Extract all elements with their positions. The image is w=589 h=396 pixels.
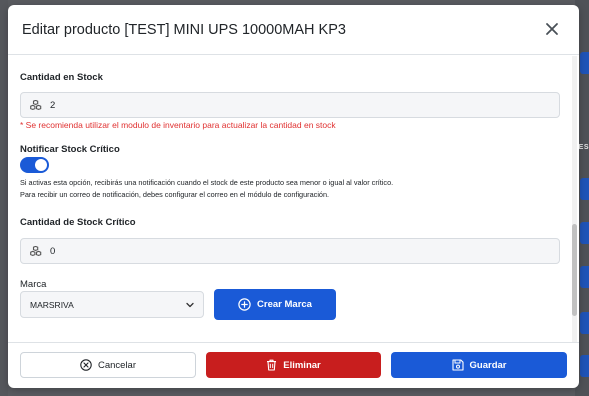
background-button[interactable] — [580, 178, 589, 200]
background-button[interactable] — [580, 266, 589, 288]
x-circle-icon — [80, 359, 92, 371]
cubes-icon — [30, 245, 42, 256]
notify-toggle[interactable] — [20, 157, 49, 173]
background-button[interactable] — [580, 355, 589, 377]
stock-warning: * Se recomienda utilizar el modulo de in… — [20, 120, 336, 130]
notify-help-line-1: Si activas esta opción, recibirás una no… — [20, 178, 394, 187]
close-button[interactable] — [545, 22, 559, 36]
background-left-edge — [0, 0, 8, 396]
modal-body[interactable]: Cantidad en Stock 2 * Se recomienda util… — [8, 56, 579, 342]
notify-help-line-2: Para recibir un correo de notificación, … — [20, 190, 330, 199]
close-icon — [546, 23, 558, 35]
critical-stock-label: Cantidad de Stock Crítico — [20, 217, 136, 228]
notify-label: Notificar Stock Crítico — [20, 144, 120, 155]
plus-circle-icon — [238, 298, 251, 311]
edit-product-modal: Editar producto [TEST] MINI UPS 10000MAH… — [8, 5, 579, 388]
delete-button[interactable]: Eliminar — [206, 352, 381, 378]
modal-header: Editar producto [TEST] MINI UPS 10000MAH… — [8, 5, 579, 55]
critical-stock-value: 0 — [50, 245, 56, 257]
critical-stock-input[interactable]: 0 — [20, 238, 560, 264]
brand-select[interactable]: MARSRIVA — [20, 291, 204, 318]
modal-title: Editar producto [TEST] MINI UPS 10000MAH… — [22, 21, 346, 38]
background-button[interactable] — [580, 52, 589, 74]
cancel-label: Cancelar — [97, 359, 137, 371]
save-label: Guardar — [469, 359, 507, 371]
trash-icon — [267, 359, 277, 371]
stock-input[interactable]: 2 — [20, 92, 560, 118]
create-brand-button[interactable]: Crear Marca — [214, 289, 336, 320]
scrollbar-thumb[interactable] — [572, 224, 577, 316]
cubes-icon — [30, 99, 42, 110]
background-button[interactable] — [580, 222, 589, 244]
stock-label: Cantidad en Stock — [20, 72, 103, 83]
delete-label: Eliminar — [283, 359, 321, 371]
save-button[interactable]: Guardar — [391, 352, 567, 378]
create-brand-label: Crear Marca — [257, 299, 312, 310]
chevron-down-icon — [186, 302, 194, 308]
brand-selected-value: MARSRIVA — [30, 299, 74, 310]
cancel-button[interactable]: Cancelar — [20, 352, 196, 378]
stock-value: 2 — [50, 99, 56, 111]
floppy-disk-icon — [451, 359, 464, 371]
modal-footer: Cancelar Eliminar Guardar — [8, 342, 579, 388]
background-button[interactable] — [580, 312, 589, 334]
brand-label: Marca — [20, 279, 47, 290]
toggle-knob — [35, 159, 47, 171]
